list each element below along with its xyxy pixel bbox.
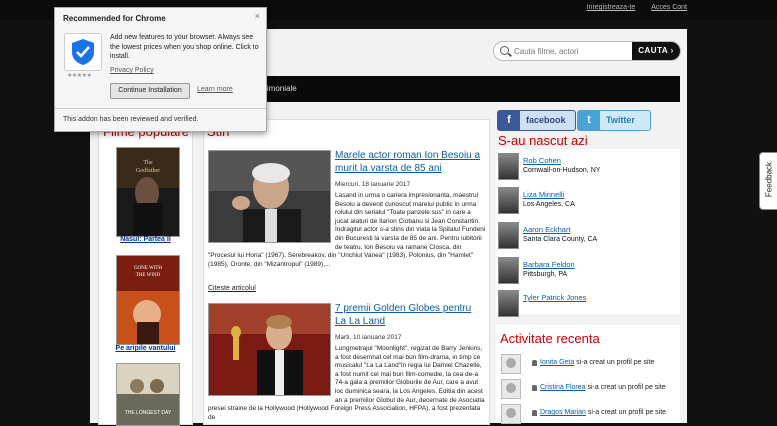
poster-gone-with-the-wind[interactable]: GONE WITH THE WIND xyxy=(116,255,180,345)
twitter-icon: t xyxy=(578,111,600,130)
facebook-label: facebook xyxy=(526,115,566,125)
rating-stars: ★★★★★ xyxy=(67,73,92,79)
film-title-godfather[interactable]: Nasul: Partea II xyxy=(101,236,190,243)
register-link[interactable]: Inregistreaza-te xyxy=(587,4,636,11)
person-birthplace: Pittsburgh, PA xyxy=(523,271,568,278)
account-links: Inregistreaza-te Acces Cont xyxy=(573,4,687,11)
facebook-button[interactable]: f facebook xyxy=(497,110,576,131)
popular-films-panel: Filme populare The Godfather Nasul: Part… xyxy=(98,119,193,426)
recent-activity-heading: Activitate recenta xyxy=(500,331,600,346)
list-item: Liza Minnelli Los Angeles, CA xyxy=(498,187,678,219)
divider xyxy=(55,108,266,109)
activity-user[interactable]: Cristina Florea xyxy=(540,384,586,391)
search-bar: CAUTA › xyxy=(493,41,681,61)
list-item: Barbara Feldon Pittsburgh, PA xyxy=(498,257,678,289)
list-item: Cristina Florea si-a creat un profil pe … xyxy=(501,379,679,399)
avatar[interactable] xyxy=(501,404,521,424)
twitter-label: Twitter xyxy=(606,115,635,125)
person-birthplace: Santa Clara County, CA xyxy=(523,236,598,243)
article-date-besoiu: Miercuri, 18 ianuarie 2017 xyxy=(335,181,411,188)
film-title-gone-with-the-wind[interactable]: Pe aripile vantului xyxy=(101,345,190,352)
person-name[interactable]: Liza Minnelli xyxy=(523,190,564,199)
list-item: Aaron Eckhart Santa Clara County, CA xyxy=(498,222,678,254)
close-icon[interactable]: × xyxy=(255,11,260,21)
user-icon xyxy=(532,410,537,416)
person-photo[interactable] xyxy=(498,222,519,249)
person-photo[interactable] xyxy=(498,290,519,317)
extension-popup: Recommended for Chrome × ★★★★★ Add new f… xyxy=(54,7,267,132)
article-date-la-la-land: Marti, 10 ianuarie 2017 xyxy=(335,334,402,341)
search-icon xyxy=(500,46,509,55)
avatar[interactable] xyxy=(501,354,521,374)
person-name[interactable]: Tyler Patrick Jones xyxy=(523,293,586,302)
svg-text:Godfather: Godfather xyxy=(136,167,160,174)
list-item: Ionita Geta si-a creat un profil pe site xyxy=(501,354,679,374)
person-birthplace: Los Angeles, CA xyxy=(523,201,575,208)
activity-action: si-a creat un profil pe site xyxy=(587,384,666,391)
activity-action: si-a creat un profil pe site xyxy=(587,409,667,416)
svg-text:GONE WITH: GONE WITH xyxy=(134,266,162,271)
list-item: Tyler Patrick Jones xyxy=(498,290,678,322)
search-button-label: CAUTA xyxy=(638,46,668,55)
person-name[interactable]: Barbara Feldon xyxy=(523,260,575,269)
shield-check-icon xyxy=(64,33,102,71)
svg-text:The: The xyxy=(143,160,153,166)
twitter-button[interactable]: t Twitter xyxy=(577,110,651,131)
recent-activity-panel: Activitate recenta Ionita Geta si-a crea… xyxy=(496,325,680,424)
person-name[interactable]: Rob Cohen xyxy=(523,156,561,165)
list-item: Dragos Marian si-a creat un profil pe si… xyxy=(501,404,679,424)
svg-text:THE WIND: THE WIND xyxy=(136,273,161,278)
born-today-list: Rob Cohen Cornwall-on-Hudson, NY Liza Mi… xyxy=(496,149,680,317)
feedback-label: Feedback xyxy=(764,161,774,198)
activity-user[interactable]: Ionita Geta xyxy=(540,359,574,366)
user-icon xyxy=(532,385,537,391)
continue-installation-button[interactable]: Continue Installation xyxy=(110,83,190,99)
person-photo[interactable] xyxy=(498,187,519,214)
verified-text: This addon has been reviewed and verifie… xyxy=(63,116,199,123)
search-input[interactable] xyxy=(512,44,626,59)
feedback-tab[interactable]: Feedback xyxy=(759,152,777,210)
person-name[interactable]: Aaron Eckhart xyxy=(523,225,571,234)
popup-description: Add new features to your browser. Always… xyxy=(110,34,259,60)
news-panel: Stiri Marele actor roman Ion Besoiu a mu… xyxy=(203,119,490,425)
article-body-la-la-land: Lungmetrajul "Moonlight", regizat de Bar… xyxy=(208,345,486,424)
svg-text:THE LONGEST DAY: THE LONGEST DAY xyxy=(125,410,172,416)
activity-user[interactable]: Dragos Marian xyxy=(540,409,586,416)
facebook-icon: f xyxy=(498,111,520,130)
article-title-la-la-land[interactable]: 7 premii Golden Globes pentru La La Land xyxy=(335,302,485,328)
born-today-heading: S-au nascut azi xyxy=(498,133,588,148)
article-title-besoiu[interactable]: Marele actor roman Ion Besoiu a murit la… xyxy=(335,149,485,175)
article-body-besoiu: Lasand in urma o cariera impresionanta, … xyxy=(208,192,486,269)
list-item: Rob Cohen Cornwall-on-Hudson, NY xyxy=(498,153,678,185)
person-birthplace: Cornwall-on-Hudson, NY xyxy=(523,167,601,174)
person-photo[interactable] xyxy=(498,153,519,180)
user-icon xyxy=(532,360,537,366)
read-article-link[interactable]: Citeste articolul xyxy=(208,285,256,292)
login-link[interactable]: Acces Cont xyxy=(651,4,687,11)
nav-item-matrimoniale[interactable]: trimoniale xyxy=(262,84,297,93)
poster-godfather-ii[interactable]: The Godfather xyxy=(116,147,180,237)
activity-action: si-a creat un profil pe site xyxy=(576,359,655,366)
search-button[interactable]: CAUTA › xyxy=(632,42,680,60)
learn-more-link[interactable]: Learn more xyxy=(197,86,233,93)
avatar[interactable] xyxy=(501,379,521,399)
popup-title: Recommended for Chrome xyxy=(63,14,166,23)
person-photo[interactable] xyxy=(498,257,519,284)
privacy-policy-link[interactable]: Privacy Policy xyxy=(110,67,154,74)
poster-longest-day[interactable]: THE LONGEST DAY xyxy=(116,363,180,426)
